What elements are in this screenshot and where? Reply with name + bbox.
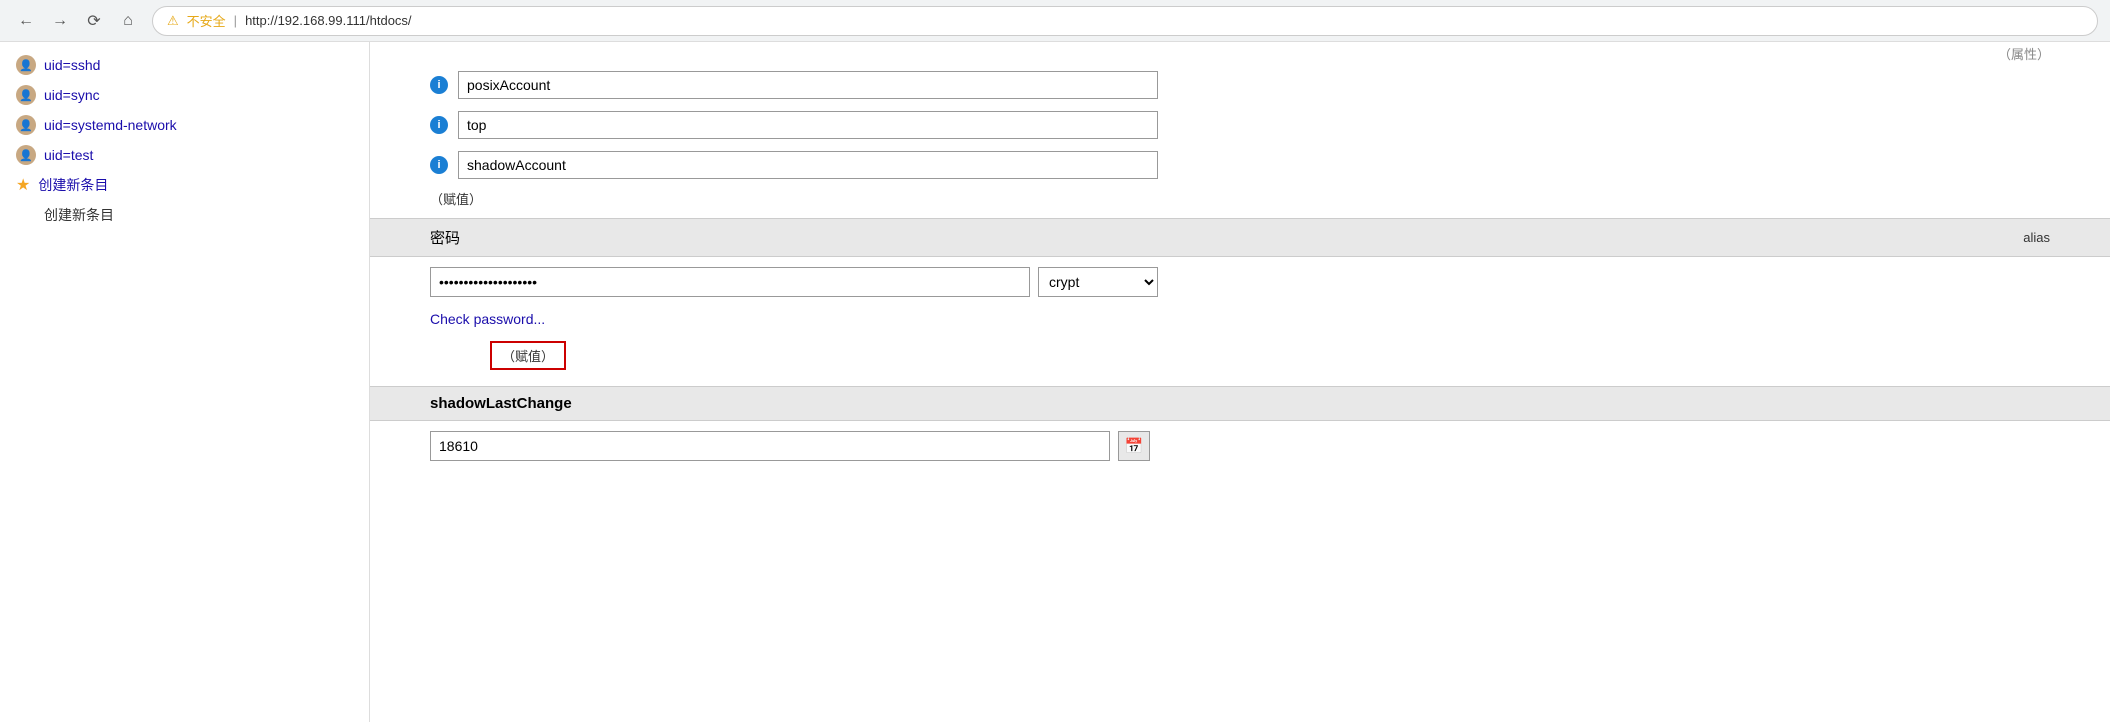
avatar-sshd: 👤: [16, 55, 36, 75]
reload-button[interactable]: ⟳: [80, 7, 108, 35]
info-icon-2[interactable]: i: [430, 156, 448, 174]
check-password-link[interactable]: Check password...: [370, 307, 2110, 331]
password-row: crypt md5 sha1 sha256 sha512 ssha smd5 p…: [370, 257, 2110, 307]
info-icon-0[interactable]: i: [430, 76, 448, 94]
fuchi-label-objectclass: （赋值）: [370, 185, 2110, 212]
nav-icons: ← → ⟳ ⌂: [12, 7, 142, 35]
objectclass-row-2: i: [370, 145, 2110, 185]
sidebar-link-sshd[interactable]: uid=sshd: [44, 57, 100, 73]
objectclass-row-1: i: [370, 105, 2110, 145]
crypt-select[interactable]: crypt md5 sha1 sha256 sha512 ssha smd5 p…: [1038, 267, 1158, 297]
shadow-input[interactable]: [430, 431, 1110, 461]
address-bar[interactable]: ⚠ 不安全 | http://192.168.99.111/htdocs/: [152, 6, 2098, 36]
fuzi-label-outlined[interactable]: （赋值）: [490, 341, 566, 370]
sidebar-link-sync[interactable]: uid=sync: [44, 87, 100, 103]
fuzi-outlined-wrapper: （赋值）: [370, 331, 2110, 380]
sidebar-item-uid-sync[interactable]: 👤 uid=sync: [0, 80, 369, 110]
objectclass-section: i i i （赋值）: [370, 65, 2110, 212]
main-layout: 👤 uid=sshd 👤 uid=sync 👤 uid=systemd-netw…: [0, 42, 2110, 722]
star-icon: ★: [16, 175, 30, 195]
sidebar-link-test[interactable]: uid=test: [44, 147, 93, 163]
warning-icon: ⚠: [167, 13, 179, 29]
sidebar-link-systemd-network[interactable]: uid=systemd-network: [44, 117, 177, 133]
calendar-icon: 📅: [1125, 437, 1144, 455]
create-label-plain: 创建新条目: [44, 205, 114, 225]
top-row: （属性）: [370, 42, 2110, 65]
separator: |: [234, 13, 237, 28]
create-link-star[interactable]: 创建新条目: [38, 175, 108, 195]
browser-bar: ← → ⟳ ⌂ ⚠ 不安全 | http://192.168.99.111/ht…: [0, 0, 2110, 42]
password-section-alias: alias: [2023, 230, 2050, 245]
objectclass-row-0: i: [370, 65, 2110, 105]
home-button[interactable]: ⌂: [114, 7, 142, 35]
info-icon-1[interactable]: i: [430, 116, 448, 134]
shadow-section-title: shadowLastChange: [430, 395, 572, 412]
sidebar: 👤 uid=sshd 👤 uid=sync 👤 uid=systemd-netw…: [0, 42, 370, 722]
shadow-section-header: shadowLastChange: [370, 386, 2110, 421]
avatar-systemd-network: 👤: [16, 115, 36, 135]
avatar-test: 👤: [16, 145, 36, 165]
password-section-title: 密码: [430, 227, 460, 248]
password-section-header: 密码 alias: [370, 218, 2110, 257]
top-alias: （属性）: [1998, 44, 2050, 63]
content-area: （属性） i i i （赋值） 密码 alias: [370, 42, 2110, 722]
password-input[interactable]: [430, 267, 1030, 297]
avatar-sync: 👤: [16, 85, 36, 105]
shadow-input-row: 📅: [370, 421, 2110, 471]
objectclass-input-1[interactable]: [458, 111, 1158, 139]
objectclass-input-2[interactable]: [458, 151, 1158, 179]
insecure-label: 不安全: [187, 11, 226, 30]
forward-button[interactable]: →: [46, 7, 74, 35]
calendar-button[interactable]: 📅: [1118, 431, 1150, 461]
create-item-plain[interactable]: 创建新条目: [0, 200, 369, 230]
sidebar-item-uid-systemd-network[interactable]: 👤 uid=systemd-network: [0, 110, 369, 140]
objectclass-input-0[interactable]: [458, 71, 1158, 99]
create-item-star[interactable]: ★ 创建新条目: [0, 170, 369, 200]
back-button[interactable]: ←: [12, 7, 40, 35]
sidebar-item-uid-sshd[interactable]: 👤 uid=sshd: [0, 50, 369, 80]
sidebar-item-uid-test[interactable]: 👤 uid=test: [0, 140, 369, 170]
url-text: http://192.168.99.111/htdocs/: [245, 13, 411, 28]
